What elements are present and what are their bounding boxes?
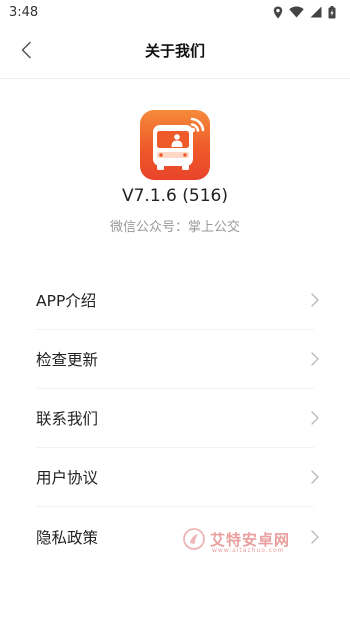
menu-item-label: 检查更新: [36, 351, 99, 369]
status-time: 3:48: [9, 4, 39, 20]
menu-item-app-intro[interactable]: APP介绍: [36, 271, 319, 330]
chevron-right-icon: [310, 351, 320, 367]
wifi-icon: [289, 6, 304, 18]
chevron-right-icon: [310, 469, 320, 485]
menu-item-label: 隐私政策: [36, 528, 99, 547]
menu-item-user-agreement[interactable]: 用户协议: [36, 448, 319, 507]
chevron-right-icon: [310, 410, 320, 426]
menu-item-check-update[interactable]: 检查更新: [36, 330, 319, 389]
chevron-right-icon: [310, 292, 320, 308]
menu-item-contact-us[interactable]: 联系我们: [36, 389, 319, 448]
settings-menu: APP介绍 检查更新 联系我们 用户协议 隐私政策: [0, 271, 350, 566]
watermark-url: www.aitazhuo.com: [212, 547, 285, 554]
menu-item-label: APP介绍: [36, 292, 97, 310]
page-title: 关于我们: [144, 41, 205, 60]
status-bar: 3:48: [0, 0, 350, 24]
battery-icon: [328, 5, 336, 18]
location-icon: [273, 6, 283, 18]
chevron-left-icon: [21, 41, 31, 59]
header-divider: [0, 78, 350, 79]
wechat-account: 微信公众号：掌上公交: [109, 220, 240, 235]
chevron-right-icon: [310, 529, 320, 545]
signal-icon: [310, 6, 322, 18]
watermark: 艾特安卓网 www.aitazhuo.com: [182, 527, 290, 554]
app-version: V7.1.6 (516): [121, 186, 228, 206]
watermark-logo-icon: [183, 528, 205, 550]
bus-app-icon: [140, 110, 210, 180]
back-button[interactable]: [14, 38, 38, 62]
menu-item-label: 用户协议: [36, 469, 99, 487]
nav-bar: 关于我们: [0, 24, 350, 76]
status-icons: [273, 5, 336, 19]
menu-item-label: 联系我们: [36, 410, 99, 428]
